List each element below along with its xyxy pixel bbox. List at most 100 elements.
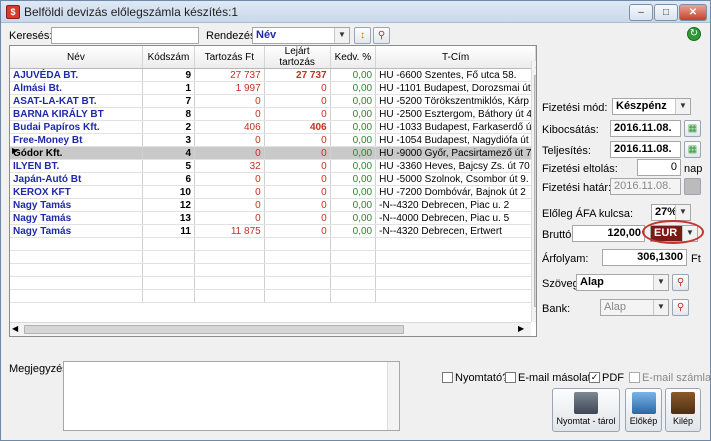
chevron-down-icon[interactable]: ▼: [675, 205, 690, 220]
deferral-label: Fizetési eltolás:: [542, 163, 618, 175]
filter-icon[interactable]: ⚲: [373, 27, 390, 44]
text-template-select[interactable]: Alap ▼: [576, 274, 669, 291]
payment-mode-value: Készpénz: [616, 100, 667, 112]
cell-code: 3: [142, 133, 196, 147]
print-store-button[interactable]: Nyomtat - tárol: [552, 388, 620, 432]
cell-empty: [375, 237, 536, 251]
scroll-up-icon[interactable]: ▲: [534, 61, 536, 70]
cell-empty: [264, 237, 331, 251]
col-header-overdue[interactable]: Lejárt tartozás: [264, 46, 331, 69]
chevron-down-icon[interactable]: ▼: [653, 300, 668, 315]
highlight-ring: [642, 220, 704, 244]
cell-empty: [264, 276, 331, 290]
table-row[interactable]: Gódor Kft. 4 0 0 0,00 HU -9000 Győr, Pacsirta…: [10, 146, 536, 160]
cell-empty: [375, 289, 536, 303]
exchange-rate-label: Árfolyam:: [542, 253, 589, 265]
cell-addr: HU -1033 Budapest, Farkaserdő ú: [375, 120, 536, 134]
table-row[interactable]: Japán-Autó Bt 6 0 0 0,00 HU -5000 Szolnok, Cs…: [10, 172, 536, 186]
chevron-down-icon[interactable]: ▼: [334, 28, 349, 43]
table-row[interactable]: BARNA KIRÁLY BT 8 0 0 0,00 HU -2500 Esztergom…: [10, 107, 536, 121]
cell-addr: HU -1101 Budapest, Dorozsmai út: [375, 81, 536, 95]
notes-textarea[interactable]: [63, 361, 400, 431]
cell-name: Almási Bt.: [10, 81, 143, 95]
vertical-scrollbar[interactable]: ▲ ▼: [531, 61, 536, 322]
table-row[interactable]: Free-Money Bt 3 0 0 0,00 HU -1054 Budapest, N…: [10, 133, 536, 147]
search-input[interactable]: [51, 27, 199, 44]
payment-mode-select[interactable]: Készpénz ▼: [612, 98, 691, 115]
table-row[interactable]: Nagy Tamás 11 11 875 0 0,00 -N--4320 Debrecen…: [10, 224, 536, 238]
close-icon[interactable]: ✕: [679, 4, 707, 21]
col-header-address[interactable]: T-Cím: [375, 46, 536, 69]
cell-overdue: 406: [264, 120, 331, 134]
calendar-icon[interactable]: ▦: [684, 141, 701, 158]
cell-disc: 0,00: [330, 107, 377, 121]
email-copy-checkbox[interactable]: [505, 372, 516, 383]
col-header-code[interactable]: Kódszám: [142, 46, 196, 69]
row-pointer-icon: ▶: [12, 146, 19, 155]
scroll-right-icon[interactable]: ▶: [518, 324, 524, 333]
cell-debt: 27 737: [194, 68, 265, 82]
fulfil-date-input[interactable]: 2016.11.08.: [610, 141, 681, 158]
sort-label: Rendezés:: [206, 30, 259, 42]
preview-button[interactable]: Előkép: [625, 388, 662, 432]
col-header-discount[interactable]: Kedv. %: [330, 46, 377, 69]
gross-amount-input[interactable]: 120,00: [572, 225, 645, 242]
pdf-checkbox[interactable]: ✓: [589, 372, 600, 383]
col-header-debt[interactable]: Tartozás Ft: [194, 46, 265, 69]
table-row[interactable]: Nagy Tamás 12 0 0 0,00 -N--4320 Debrecen, Pia…: [10, 198, 536, 212]
cell-empty: [330, 237, 377, 251]
cell-empty: [10, 289, 143, 303]
cell-empty: [142, 289, 196, 303]
gross-label: Bruttó:: [542, 229, 575, 241]
filter-icon[interactable]: ⚲: [672, 299, 689, 316]
table-row[interactable]: Almási Bt. 1 1 997 0 0,00 HU -1101 Budapest, …: [10, 81, 536, 95]
vat-rate-select[interactable]: 27% ▼: [651, 204, 691, 221]
sort-select[interactable]: Név ▼: [252, 27, 350, 44]
refresh-icon[interactable]: ↻: [687, 27, 701, 41]
exchange-rate-unit: Ft: [691, 253, 701, 265]
text-template-value: Alap: [580, 276, 604, 288]
deferral-input[interactable]: 0: [637, 159, 681, 176]
cell-addr: HU -2500 Esztergom, Báthory út 4: [375, 107, 536, 121]
scroll-left-icon[interactable]: ◀: [12, 324, 18, 333]
scroll-down-icon[interactable]: ▼: [534, 309, 536, 318]
minimize-icon[interactable]: –: [629, 4, 653, 21]
issue-date-input[interactable]: 2016.11.08.: [610, 120, 681, 137]
scroll-thumb[interactable]: [534, 75, 536, 307]
calendar-icon[interactable]: ▦: [684, 120, 701, 137]
cell-name: ILYEN BT.: [10, 159, 143, 173]
maximize-icon[interactable]: □: [654, 4, 678, 21]
cell-name: Nagy Tamás: [10, 224, 143, 238]
cell-name: Gódor Kft.: [10, 146, 143, 160]
vat-rate-value: 27%: [655, 206, 678, 218]
table-row[interactable]: KEROX KFT 10 0 0 0,00 HU -7200 Dombóvár, Bajn…: [10, 185, 536, 199]
table-row[interactable]: AJUVÉDA BT. 9 27 737 27 737 0,00 HU -6600 Sze…: [10, 68, 536, 82]
horizontal-scrollbar[interactable]: ◀ ▶: [10, 322, 531, 336]
table-row[interactable]: ILYEN BT. 5 32 0 0,00 HU -3360 Heves, Bajcsy …: [10, 159, 536, 173]
print-checkbox[interactable]: [442, 372, 453, 383]
table-row[interactable]: Nagy Tamás 13 0 0 0,00 -N--4000 Debrecen, Pia…: [10, 211, 536, 225]
chevron-down-icon[interactable]: ▼: [653, 275, 668, 290]
cell-addr: HU -5000 Szolnok, Csombor út 9.: [375, 172, 536, 186]
table-row-empty: [10, 250, 536, 264]
cell-empty: [10, 237, 143, 251]
table-row[interactable]: ASAT-LA-KAT BT. 7 0 0 0,00 HU -5200 Törökszen…: [10, 94, 536, 108]
cell-empty: [264, 250, 331, 264]
cell-overdue: 0: [264, 224, 331, 238]
chevron-down-icon[interactable]: ▼: [675, 99, 690, 114]
cell-debt: 0: [194, 133, 265, 147]
table-row[interactable]: Budai Papíros Kft. 2 406 406 0,00 HU -1033 Bu…: [10, 120, 536, 134]
exchange-rate-input[interactable]: 306,1300: [602, 249, 687, 266]
notes-scrollbar[interactable]: [387, 362, 399, 430]
exit-button[interactable]: Kilép: [665, 388, 701, 432]
cell-code: 8: [142, 107, 196, 121]
col-header-name[interactable]: Név: [10, 46, 143, 69]
filter-icon[interactable]: ⚲: [672, 274, 689, 291]
cell-disc: 0,00: [330, 120, 377, 134]
cell-debt: 0: [194, 211, 265, 225]
hscroll-thumb[interactable]: [24, 325, 404, 334]
sort-direction-icon[interactable]: ↕: [354, 27, 371, 44]
bank-select[interactable]: Alap ▼: [600, 299, 669, 316]
email-invoice-checkbox: [629, 372, 640, 383]
customer-table: Név Kódszám Tartozás Ft Lejárt tartozás …: [9, 45, 537, 337]
